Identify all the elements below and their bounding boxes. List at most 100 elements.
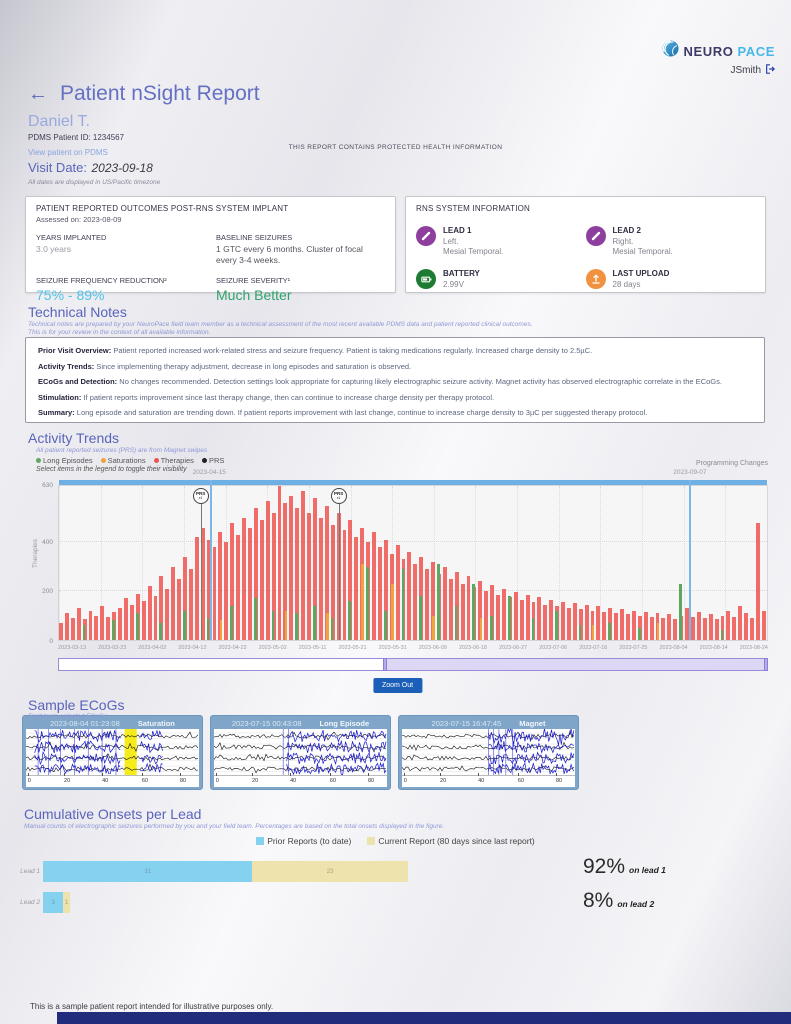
day-column [537, 486, 541, 640]
therapies-bar [661, 618, 665, 640]
day-column [331, 486, 335, 640]
therapies-bar [585, 605, 589, 640]
x-tick-label: 2023-04-02 [138, 645, 166, 651]
therapies-bar [709, 614, 713, 640]
therapies-bar [142, 601, 146, 640]
ecog-type-badge: Magnet [519, 719, 545, 728]
day-column [295, 486, 299, 640]
long-episodes-bar [159, 623, 162, 640]
therapies-bar [549, 600, 553, 640]
day-column [384, 486, 388, 640]
day-column [254, 486, 258, 640]
long-episodes-bar [295, 613, 298, 640]
day-column [360, 486, 364, 640]
chart-range-slider[interactable] [58, 658, 768, 671]
day-column [650, 486, 654, 640]
day-column [555, 486, 559, 640]
back-button[interactable]: ← [28, 84, 48, 104]
therapies-bar [644, 612, 648, 640]
therapies-bar [89, 611, 93, 640]
long-episodes-bar [472, 584, 475, 640]
day-column [532, 486, 536, 640]
therapies-bar [77, 608, 81, 640]
therapies-bar [449, 579, 453, 640]
header-brand: NEUROPACE JSmith [662, 40, 775, 77]
long-episodes-bar [419, 596, 422, 640]
baseline-seizures-value: 1 GTC every 6 months. Cluster of focal e… [216, 244, 381, 265]
day-column [579, 486, 583, 640]
day-column [614, 486, 618, 640]
x-tick-label: 2023-08-14 [700, 645, 728, 651]
therapies-bar [744, 613, 748, 640]
therapies-bar [154, 596, 158, 640]
day-column [762, 486, 766, 640]
zoom-out-button[interactable]: Zoom Out [373, 678, 422, 693]
day-column [656, 486, 660, 640]
day-column [549, 486, 553, 640]
therapies-bar [343, 530, 347, 640]
therapies-bar [130, 605, 134, 640]
day-column [65, 486, 69, 640]
long-episodes-bar [83, 625, 86, 640]
day-column [343, 486, 347, 640]
phi-notice: THIS REPORT CONTAINS PROTECTED HEALTH IN… [0, 144, 791, 151]
day-column [260, 486, 264, 640]
slider-selected-range[interactable] [385, 659, 767, 670]
technical-notes-subtitle-2: This is for your review in the context o… [28, 329, 210, 336]
y-tick-label: 400 [29, 539, 53, 546]
seizure-frequency-label: SEIZURE FREQUENCY REDUCTION² [36, 276, 216, 285]
day-column [697, 486, 701, 640]
therapies-bar [673, 619, 677, 640]
therapies-bar [106, 617, 110, 640]
technical-notes-heading: Technical Notes [28, 304, 127, 320]
note-prior-visit: Prior Visit Overview: Patient reported i… [38, 346, 752, 355]
day-column [89, 486, 93, 640]
timezone-note: All dates are displayed in US/Pacific ti… [28, 179, 160, 186]
therapies-bar [602, 612, 606, 640]
ecog-trace: 020406080 [26, 729, 199, 787]
day-column [661, 486, 665, 640]
therapies-bar [307, 513, 311, 640]
therapies-bar [543, 605, 547, 640]
logout-icon[interactable] [765, 64, 775, 77]
x-axis-labels: 2023-03-132023-03-232023-04-022023-04-12… [58, 645, 768, 651]
username: JSmith [730, 65, 761, 76]
long-episodes-bar [348, 601, 351, 640]
legend-current-report: Current Report (80 days since last repor… [367, 836, 534, 846]
therapies-bar [242, 518, 246, 640]
slider-handle-left[interactable] [383, 658, 387, 671]
day-column [632, 486, 636, 640]
note-summary: Summary: Long episode and saturation are… [38, 408, 752, 417]
slider-handle-right[interactable] [764, 658, 768, 671]
therapies-bar [372, 532, 376, 640]
day-column [608, 486, 612, 640]
day-column [124, 486, 128, 640]
therapies-bar [100, 606, 104, 640]
therapies-bar [59, 623, 63, 640]
technical-notes-subtitle-1: Technical notes are prepared by your Neu… [28, 321, 533, 328]
ecog-timestamp: 2023-08-04 01:23:08 [50, 719, 120, 728]
day-column [709, 486, 713, 640]
day-column [431, 486, 435, 640]
day-column [461, 486, 465, 640]
day-column [378, 486, 382, 640]
day-column [130, 486, 134, 640]
upload-icon [586, 269, 606, 289]
rns-item-lead1: LEAD 1 Left. Mesial Temporal. [416, 226, 586, 256]
day-column [83, 486, 87, 640]
day-column [443, 486, 447, 640]
lead1-percent: 92% on lead 1 [583, 855, 666, 879]
x-tick-label: 2023-05-02 [259, 645, 287, 651]
therapies-bar [260, 520, 264, 640]
saturations-bar [480, 618, 483, 640]
brand-neuro: NEURO [683, 44, 733, 59]
day-column [744, 486, 748, 640]
day-column [703, 486, 707, 640]
therapies-bar [354, 537, 358, 640]
therapies-bar [732, 617, 736, 640]
ecog-type-badge: Saturation [138, 719, 175, 728]
saturations-bar [432, 616, 435, 640]
ecog-time-axis: 020406080 [402, 775, 575, 787]
day-column [112, 486, 116, 640]
y-tick-label: 0 [29, 638, 53, 645]
